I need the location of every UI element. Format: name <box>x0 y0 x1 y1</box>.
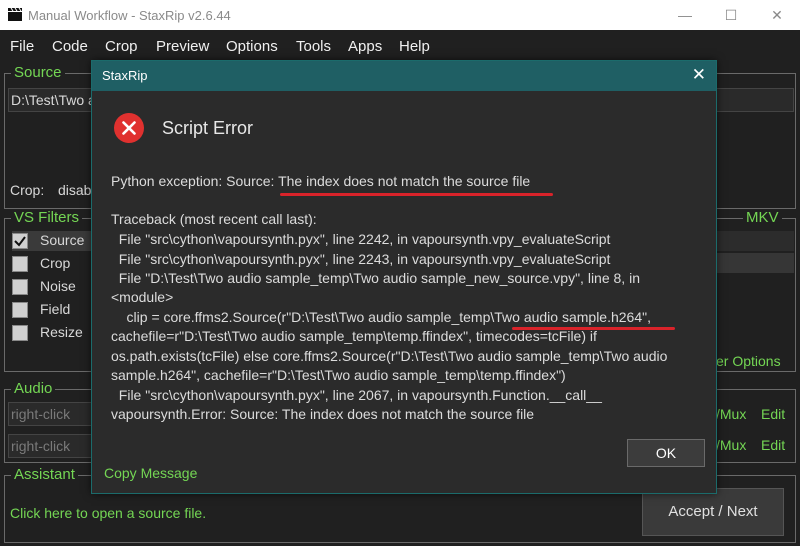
audio-placeholder-2: right-click <box>11 438 71 454</box>
accept-next-button[interactable]: Accept / Next <box>642 488 784 536</box>
menu-crop[interactable]: Crop <box>105 38 138 55</box>
checkbox-noise[interactable] <box>12 279 28 295</box>
menu-tools[interactable]: Tools <box>296 38 331 55</box>
checkbox-field[interactable] <box>12 302 28 318</box>
traceback-line-7: cachefile=r"D:\Test\Two audio sample_tem… <box>111 328 597 344</box>
audio-mux-1[interactable]: /Mux <box>716 406 746 422</box>
maximize-icon: ☐ <box>724 7 738 23</box>
traceback-line-5: <module> <box>111 289 174 305</box>
container-options-link[interactable]: er Options <box>716 353 781 369</box>
error-dialog: StaxRip ✕ Script Error Python exception:… <box>91 60 717 494</box>
assistant-hint[interactable]: Click here to open a source file. <box>10 505 206 521</box>
main-title-bar: Manual Workflow - StaxRip v2.6.44 — ☐ ✕ <box>0 0 800 30</box>
menu-bar: File Code Crop Preview Options Tools App… <box>0 30 800 62</box>
assistant-label: Assistant <box>11 466 78 483</box>
audio-edit-1[interactable]: Edit <box>761 406 785 422</box>
traceback-line-1: Traceback (most recent call last): <box>111 211 317 227</box>
mkv-row-2 <box>716 253 794 273</box>
filter-label-crop: Crop <box>40 255 71 271</box>
minimize-button[interactable]: — <box>662 0 708 30</box>
ok-button[interactable]: OK <box>627 439 705 467</box>
menu-file[interactable]: File <box>10 38 34 55</box>
traceback-line-3: File "src\cython\vapoursynth.pyx", line … <box>111 251 611 267</box>
exception-line: Python exception: Source: The index does… <box>111 173 530 189</box>
audio-edit-2[interactable]: Edit <box>761 437 785 453</box>
dialog-close-button[interactable]: ✕ <box>692 66 706 84</box>
checkbox-crop[interactable] <box>12 256 28 272</box>
filter-label-source: Source <box>40 232 85 248</box>
crop-value: disab <box>58 182 92 198</box>
filters-label: VS Filters <box>11 209 83 226</box>
traceback-line-2: File "src\cython\vapoursynth.pyx", line … <box>111 231 611 247</box>
audio-mux-2[interactable]: /Mux <box>716 437 746 453</box>
audio-placeholder-1: right-click <box>11 406 71 422</box>
menu-help[interactable]: Help <box>399 38 430 55</box>
source-label: Source <box>11 64 65 81</box>
checkbox-source[interactable] <box>12 233 28 249</box>
traceback-line-10: File "src\cython\vapoursynth.pyx", line … <box>111 387 602 403</box>
traceback-line-8: os.path.exists(tcFile) else core.ffms2.S… <box>111 348 668 364</box>
filter-label-noise: Noise <box>40 278 76 294</box>
copy-message-link[interactable]: Copy Message <box>104 465 197 481</box>
maximize-button[interactable]: ☐ <box>708 0 754 30</box>
close-icon: ✕ <box>691 65 706 84</box>
traceback-line-11: vapoursynth.Error: Source: The index doe… <box>111 406 535 422</box>
menu-preview[interactable]: Preview <box>156 38 209 55</box>
mkv-row-1 <box>716 231 794 251</box>
dialog-title-bar: StaxRip ✕ <box>92 61 716 91</box>
checkbox-resize[interactable] <box>12 325 28 341</box>
audio-label: Audio <box>11 380 56 397</box>
exception-prefix: Python exception: Source: <box>111 173 279 189</box>
close-window-button[interactable]: ✕ <box>754 0 800 30</box>
filter-label-resize: Resize <box>40 324 83 340</box>
crop-label: Crop: <box>10 182 45 198</box>
exception-underline <box>280 193 553 196</box>
source-path-text: D:\Test\Two a <box>11 92 96 108</box>
window-title: Manual Workflow - StaxRip v2.6.44 <box>28 8 231 23</box>
error-icon <box>114 113 144 143</box>
traceback-line-6: clip = core.ffms2.Source(r"D:\Test\Two a… <box>111 309 651 325</box>
checkmark-icon <box>14 236 26 247</box>
error-heading: Script Error <box>162 118 254 138</box>
menu-options[interactable]: Options <box>226 38 278 55</box>
close-icon: ✕ <box>771 7 783 23</box>
exception-message: The index does not match the source file <box>278 173 531 189</box>
traceback-line-4: File "D:\Test\Two audio sample_temp\Two … <box>111 270 640 286</box>
minimize-icon: — <box>678 7 692 23</box>
audio-input-2[interactable]: right-click <box>8 434 92 458</box>
menu-apps[interactable]: Apps <box>348 38 382 55</box>
traceback-line-9: sample.h264", cachefile=r"D:\Test\Two au… <box>111 367 566 383</box>
audio-input-1[interactable]: right-click <box>8 402 92 426</box>
clapperboard-icon <box>8 8 22 21</box>
filter-label-field: Field <box>40 301 71 317</box>
mkv-label: MKV <box>743 209 782 226</box>
dialog-title: StaxRip <box>102 68 148 83</box>
menu-code[interactable]: Code <box>52 38 88 55</box>
